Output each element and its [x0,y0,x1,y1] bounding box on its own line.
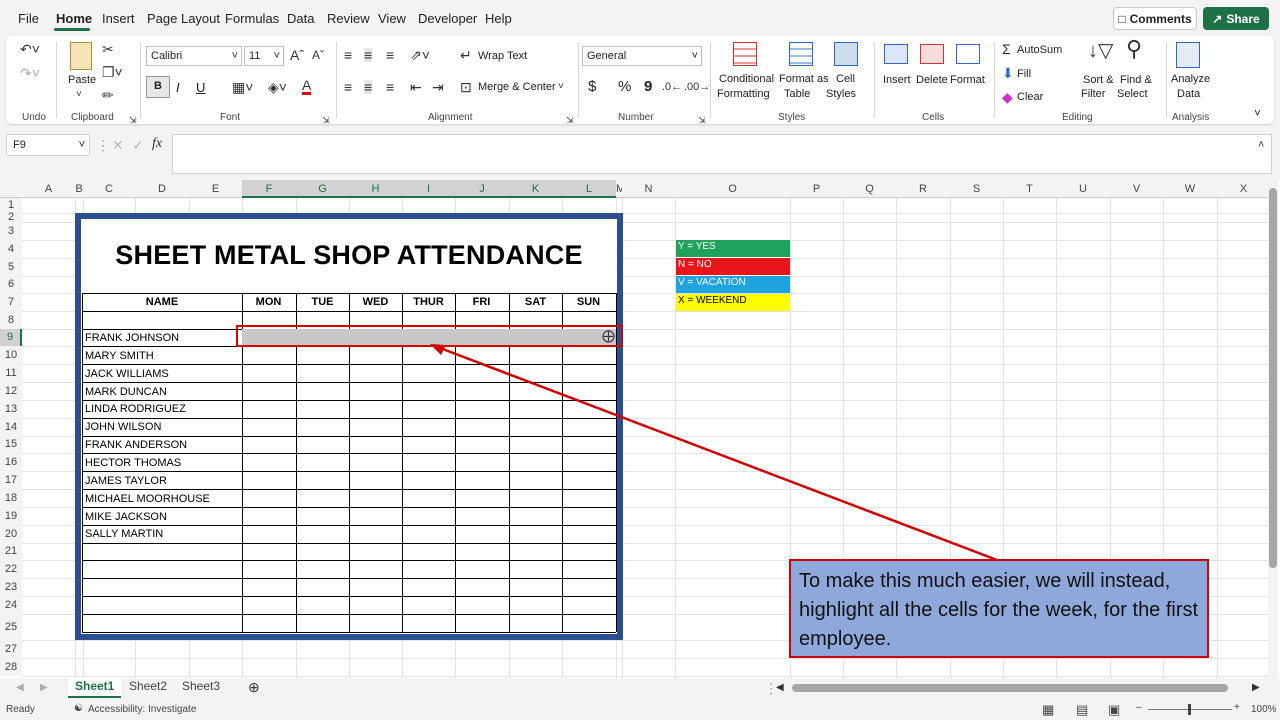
add-sheet-icon[interactable]: ⊕ [248,680,260,694]
hscroll-right-icon[interactable]: ▶ [1252,681,1260,695]
sheet-tab-sheet1[interactable]: Sheet1 [68,678,122,698]
accessibility-status[interactable]: Accessibility: Investigate [88,704,196,715]
horizontal-scroll-thumb[interactable] [792,684,1228,692]
zoom-out-icon[interactable]: – [1136,702,1142,713]
zoom-in-icon[interactable]: + [1234,702,1240,713]
scroll-right-icon[interactable]: ▶ [40,681,48,695]
accessibility-icon: ☯ [74,703,83,714]
hscroll-left-icon[interactable]: ◀ [776,681,784,695]
arrow-head [430,344,446,355]
status-bar: Ready ☯ Accessibility: Investigate ▦ ▤ ▣… [0,700,1280,720]
status-ready: Ready [6,704,35,715]
vertical-scroll-thumb[interactable] [1269,188,1277,568]
zoom-level[interactable]: 100% [1251,704,1277,715]
arrow-line [439,346,998,562]
scroll-left-icon[interactable]: ◀ [16,681,24,695]
zoom-slider-thumb[interactable] [1188,704,1191,715]
callout-box: To make this much easier, we will instea… [789,559,1209,658]
page-break-view-icon[interactable]: ▣ [1108,702,1120,718]
vertical-scrollbar[interactable] [1268,180,1278,678]
sheet-tab-sheet3[interactable]: Sheet3 [175,678,227,698]
sheet-tab-sheet2[interactable]: Sheet2 [122,678,174,698]
normal-view-icon[interactable]: ▦ [1042,702,1054,718]
page-layout-view-icon[interactable]: ▤ [1076,702,1088,718]
